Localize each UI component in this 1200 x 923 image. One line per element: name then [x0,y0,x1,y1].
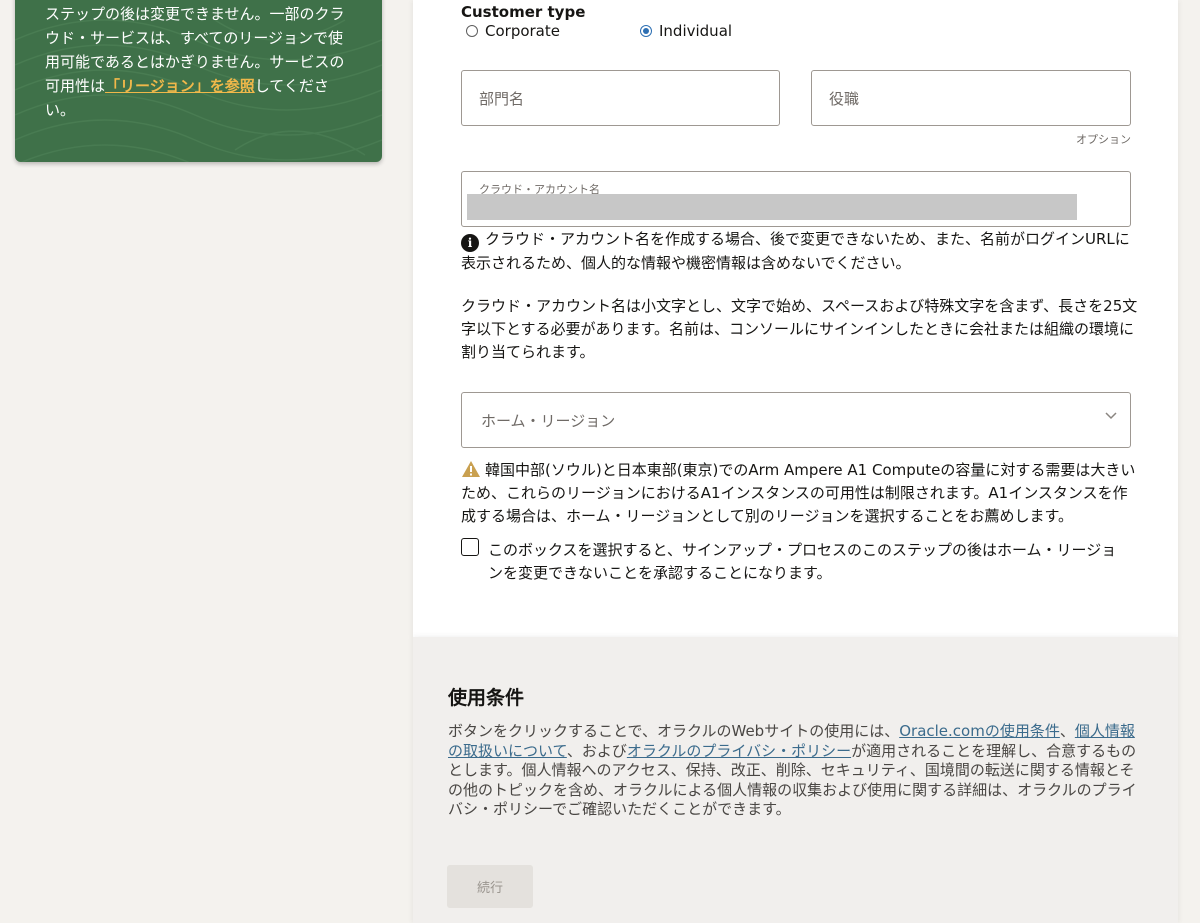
home-region-placeholder: ホーム・リージョン [481,412,616,430]
radio-individual[interactable]: Individual [640,22,732,40]
home-region-select[interactable]: ホーム・リージョン [461,392,1131,448]
job-title-placeholder: 役職 [829,90,860,108]
job-title-field[interactable]: 役職 [811,70,1131,126]
radio-corporate-label: Corporate [485,22,560,40]
account-info-text-1: クラウド・アカウント名を作成する場合、後で変更できないため、また、名前がログイン… [461,230,1130,272]
page: ステップの後は変更できません。一部のクラウド・サービスは、すべてのリージョンで使… [0,0,1200,923]
continue-button[interactable]: 続行 [447,865,533,908]
optional-note: オプション [1076,133,1131,146]
terms-text-1: ボタンをクリックすることで、オラクルのWebサイトの使用には、 [448,722,900,740]
account-info-note: i クラウド・アカウント名を作成する場合、後で変更できないため、また、名前がログイ… [461,228,1133,275]
radio-individual-label: Individual [659,22,733,40]
radio-corporate[interactable]: Corporate [466,22,560,40]
department-placeholder: 部門名 [479,90,525,108]
privacy-policy-link[interactable]: オラクルのプライバシ・ポリシー [627,742,851,760]
region-info-text: ステップの後は変更できません。一部のクラウド・サービスは、すべてのリージョンで使… [45,2,355,122]
terms-text-2: 、および [566,741,627,760]
radio-corporate-indicator[interactable] [466,25,478,37]
department-field[interactable]: 部門名 [461,70,780,126]
terms-text: ボタンをクリックすることで、オラクルのWebサイトの使用には、Oracle.co… [448,722,1148,820]
info-icon: i [461,234,479,252]
cloud-account-name-field[interactable]: クラウド・アカウント名 [461,171,1131,227]
terms-sep-1: 、 [1059,722,1075,740]
chevron-down-icon [1105,412,1117,420]
oracle-terms-link[interactable]: Oracle.comの使用条件 [899,722,1060,740]
warning-icon [462,461,480,477]
region-reference-link[interactable]: 「リージョン」を参照 [105,77,255,95]
region-ack-label: このボックスを選択すると、サインアップ・プロセスのこのステップの後はホーム・リー… [488,541,1117,582]
customer-type-label: Customer type [461,3,586,21]
region-ack-checkbox[interactable] [461,538,479,556]
redacted-value [467,194,1077,220]
radio-individual-indicator[interactable] [640,25,652,37]
region-warning-text: 韓国中部(ソウル)と日本東部(東京)でのArm Ampere A1 Comput… [461,461,1136,525]
region-warning-note: 韓国中部(ソウル)と日本東部(東京)でのArm Ampere A1 Comput… [461,459,1141,528]
region-info-card: ステップの後は変更できません。一部のクラウド・サービスは、すべてのリージョンで使… [15,0,382,162]
terms-title: 使用条件 [448,687,525,709]
account-rules-note: クラウド・アカウント名は小文字とし、文字で始め、スペースおよび特殊文字を含まず、… [461,297,1138,361]
